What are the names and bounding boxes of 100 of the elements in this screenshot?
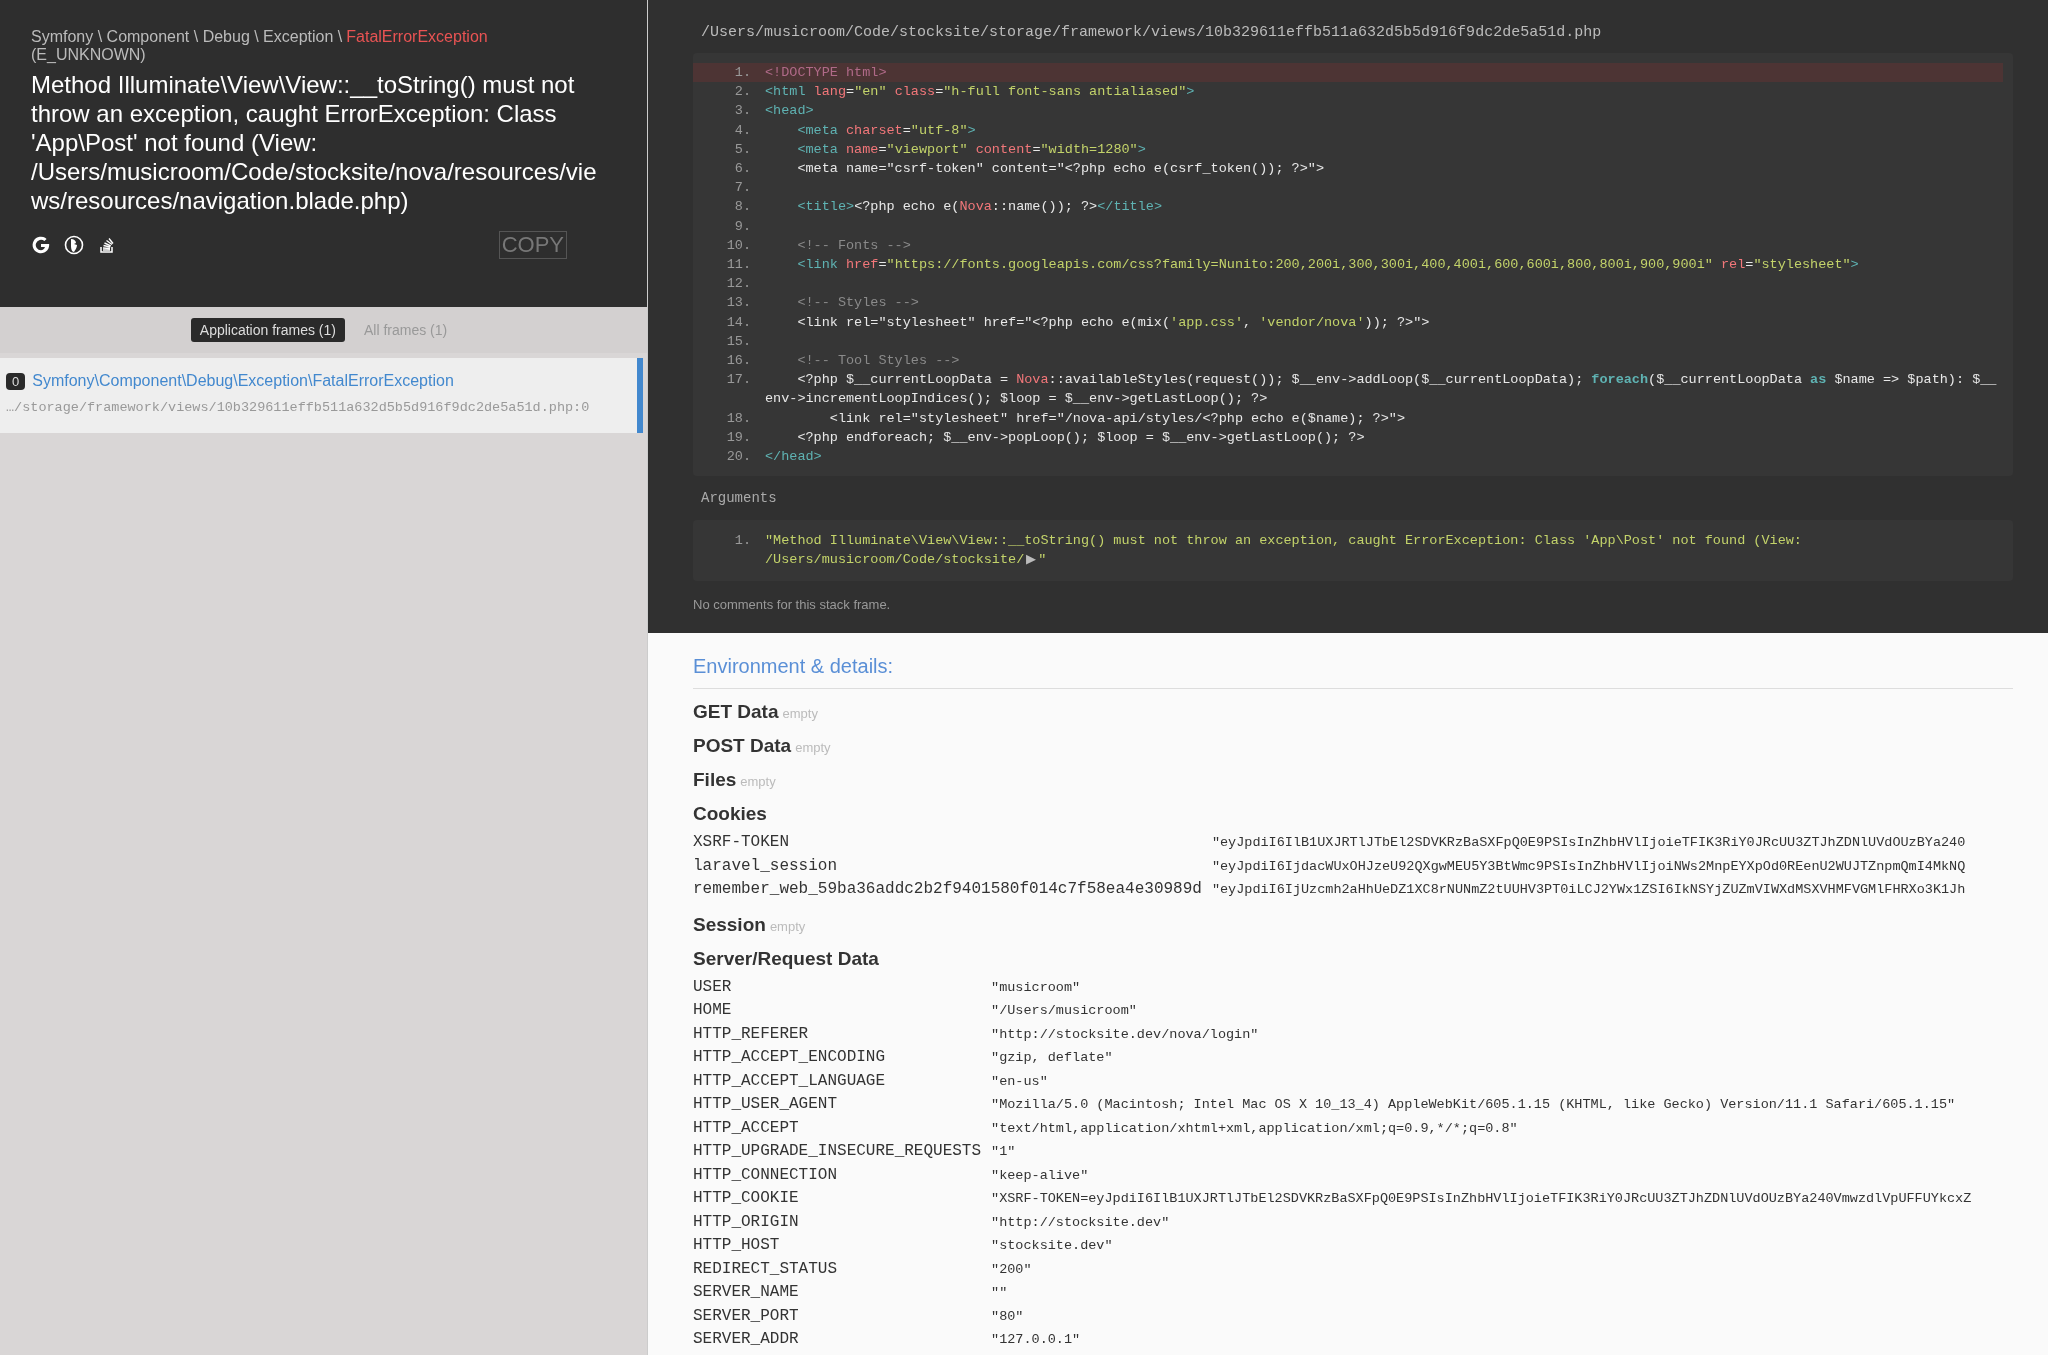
exception-message: Method Illuminate\View\View::__toString() must not throw an exception, caught ErrorException: Class 'App\Post' not found (View: /Users/musicroom/Code/stocksite/nova/resources/views/resources/navigation.blade.php): [31, 70, 598, 215]
arguments-label: Arguments: [701, 490, 778, 507]
file-path: /Users/musicroom/Code/stocksite/storage/framework/views/10b329611effb511a632d5b5d916f9dc2de5a51d.php: [701, 24, 1603, 41]
line-number: 5.: [733, 140, 751, 159]
section-title: Environment & details:: [693, 655, 2013, 689]
data-value: "": [991, 1284, 1009, 1302]
data-value: "200": [991, 1260, 1033, 1279]
empty-note: empty: [782, 706, 818, 721]
line-number: 8.: [733, 198, 751, 217]
data-value: "eyJpdiI6IlB1UXJRTlJTbEl2SDVKRzBaSXFpQ0E9PSIsInZhbHVlIjoieTFIK3RiY0JRcUU3ZTJhZDNlUVdOUzBYa240: [1211, 834, 1966, 852]
frame-file: …/storage/framework/views/10b329611effb511a632d5b5d916f9dc2de5a51d.php:0: [6, 400, 591, 415]
data-heading: POST Data: [693, 735, 792, 757]
data-key: HTTP_UPGRADE_INSECURE_REQUESTS: [693, 1140, 992, 1164]
data-key: HTTP_ACCEPT_LANGUAGE: [693, 1069, 992, 1093]
code-line: <!DOCTYPE html>: [765, 64, 888, 82]
line-number: 17.: [725, 371, 751, 390]
code-line: <!-- Fonts -->: [796, 236, 912, 255]
data-value: "80": [991, 1307, 1025, 1326]
data-key: SERVER_NAME: [693, 1281, 992, 1305]
data-value: "stocksite.dev": [991, 1237, 1114, 1255]
data-heading: Session: [693, 913, 766, 936]
data-key: remember_web_59ba36addc2b2f9401580f014c7f58ea4e30989d: [693, 878, 1212, 902]
code-line: <html lang="en" class="h-full font-sans antialiased">: [765, 83, 1196, 102]
data-heading: Files: [693, 769, 737, 791]
data-key: USER: [693, 975, 992, 999]
data-value: "http://stocksite.dev/nova/login": [991, 1025, 1260, 1044]
code-line: <link rel="stylesheet" href="/nova-api/styles/<?php echo e($name); ?>">: [828, 409, 1406, 428]
line-number: 6.: [733, 160, 751, 178]
line-number: 12.: [725, 275, 751, 294]
line-number: 4.: [733, 121, 751, 140]
code-line: <meta charset="utf-8">: [796, 121, 977, 140]
exception-class: FatalErrorException: [346, 28, 488, 45]
line-number: 1.: [733, 64, 751, 82]
data-key: XSRF-TOKEN: [693, 831, 1212, 855]
data-value: "gzip, deflate": [991, 1049, 1114, 1067]
data-key: SERVER_ADDR: [693, 1328, 992, 1352]
argument-number: 1.: [733, 532, 751, 551]
line-number: 2.: [733, 83, 751, 102]
expand-toggle[interactable]: ▶: [1024, 550, 1039, 566]
data-heading: Server/Request Data: [693, 947, 879, 970]
data-value: "eyJpdiI6IjUzcmh2aHhUeDZ1XC8rNUNmZ2tUUHV3PT0iLCJ2YWx1ZSI6IkNSYjZUZmVIWXdMSXVHMFVGMlFHRXo3K1Jh: [1211, 881, 1966, 899]
data-value: "en-us": [991, 1072, 1049, 1091]
code-line: <?php endforeach; $__env->popLoop(); $loop = $__env->getLastLoop(); ?>: [796, 428, 1366, 447]
data-key: HTTP_REFERER: [693, 1022, 992, 1046]
empty-note: empty: [740, 774, 776, 789]
argument-value: "Method Illuminate\View\View::__toString() must not throw an exception, caught ErrorException: Class 'App\Post' not found (View:: [765, 533, 1802, 549]
line-number: 18.: [725, 409, 751, 428]
line-number: 14.: [725, 313, 751, 332]
code-line: <!-- Tool Styles -->: [796, 352, 961, 371]
data-value: "musicroom": [991, 978, 1082, 997]
data-heading: GET Data: [693, 701, 779, 723]
data-key: HTTP_ORIGIN: [693, 1210, 992, 1234]
code-line: <meta name="csrf-token" content="<?php echo e(csrf_token()); ?>">: [796, 160, 1325, 178]
line-number: 15.: [725, 332, 751, 351]
code-line: <meta name="viewport" content="width=1280">: [796, 140, 1147, 159]
data-value: "http://stocksite.dev": [991, 1213, 1171, 1232]
data-key: HTTP_ACCEPT: [693, 1116, 992, 1140]
data-key: HTTP_ACCEPT_ENCODING: [693, 1046, 992, 1070]
frame-index: 0: [6, 372, 26, 390]
line-number: 7.: [733, 179, 751, 198]
data-value: "text/html,application/xhtml+xml,application/xml;q=0.9,*/*;q=0.8": [991, 1119, 1519, 1138]
data-key: REDIRECT_STATUS: [693, 1257, 992, 1281]
empty-note: empty: [769, 918, 806, 934]
duck-icon[interactable]: [64, 235, 84, 255]
frames-tab[interactable]: Application frames (1): [190, 318, 345, 342]
code-line: <head>: [765, 102, 815, 121]
stack-frame[interactable]: 0 Symfony\Component\Debug\Exception\FatalErrorException …/storage/framework/views/10b329611effb511a632d5b5d916f9dc2de5a51d.php:0: [0, 358, 643, 433]
code-line: </head>: [765, 448, 823, 467]
frame-class: Symfony\Component\Debug\Exception\FatalErrorException: [32, 372, 454, 390]
line-number: 19.: [725, 428, 751, 447]
exception-namespace: Symfony \ Component \ Debug \ Exception \: [31, 28, 343, 45]
data-value: "eyJpdiI6IjdacWUxOHJzeU92QXgwMEU5Y3BtWmc9PSIsInZhbHVlIjoiNWs2MnpEYXpOd0REenU2WUJTZnpmQmI4MkNQ: [1211, 857, 1966, 876]
line-number: 20.: [725, 448, 751, 467]
data-key: laravel_session: [693, 854, 1212, 878]
line-number: 13.: [725, 294, 751, 313]
data-key: HOME: [693, 999, 992, 1023]
line-number: 10.: [725, 236, 751, 255]
data-key: HTTP_USER_AGENT: [693, 1093, 992, 1117]
code-line: <title><?php echo e(Nova::name()); ?></title>: [796, 198, 1163, 217]
letter-g-icon[interactable]: [31, 235, 51, 255]
argument-quote: ": [1038, 551, 1047, 567]
code-line: <link href="https://fonts.googleapis.com/css?family=Nunito:200,200i,300,300i,400,400i,600,600i,800,800i,900,900i" rel="stylesheet">: [796, 256, 1860, 275]
data-heading: Cookies: [693, 803, 767, 825]
line-number: 9.: [733, 217, 751, 236]
data-key: SERVER_PORT: [693, 1304, 992, 1328]
data-key: HTTP_HOST: [693, 1234, 992, 1258]
line-number: 3.: [733, 102, 751, 121]
code-line: <!-- Styles -->: [796, 294, 920, 313]
argument-value: /Users/musicroom/Code/stocksite/: [765, 551, 1025, 567]
line-number: 16.: [725, 352, 751, 371]
data-value: "1": [991, 1143, 1017, 1161]
data-value: "/Users/musicroom": [991, 1002, 1138, 1020]
line-number: 11.: [725, 256, 751, 275]
code-line: <?php $__currentLoopData = Nova::availableStyles(request()); $__env->addLoop($__currentLoopData); foreach($__currentLoopData as $name => $path): $__env->incrementLoopIndices(); $loop = $__env->getLastLoop(); ?>: [765, 371, 1998, 409]
data-key: HTTP_CONNECTION: [693, 1163, 992, 1187]
data-value: "XSRF-TOKEN=eyJpdiI6IlB1UXJRTlJTbEl2SDVKRzBaSXFpQ0E9PSIsInZhbHVlIjoieTFIK3RiY0JRcUU3ZTJhZDNlUVdOUzBYa240VmwzdlVpUFFUYkcxZ: [991, 1190, 1972, 1208]
data-value: "Mozilla/5.0 (Macintosh; Intel Mac OS X 10_13_4) AppleWebKit/605.1.15 (KHTML, like Gecko) Version/11.1 Safari/605.1.15": [991, 1096, 1957, 1114]
data-value: "keep-alive": [991, 1166, 1090, 1185]
empty-note: empty: [795, 740, 831, 755]
comments-note: No comments for this stack frame.: [693, 597, 892, 613]
